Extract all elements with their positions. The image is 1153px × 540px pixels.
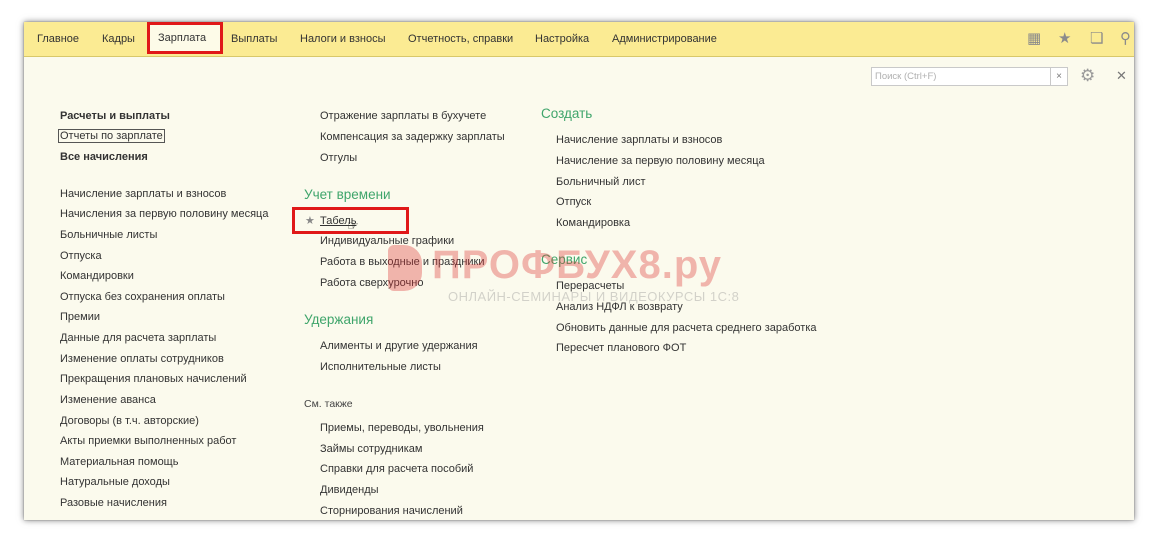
list-item[interactable]: Начисление за первую половину месяца <box>556 154 765 168</box>
list-item[interactable]: Исполнительные листы <box>320 360 441 374</box>
list-item[interactable]: Работа сверхурочно <box>320 276 423 290</box>
favorite-star-icon[interactable]: ★ <box>305 214 315 227</box>
list-item[interactable]: Договоры (в т.ч. авторские) <box>60 414 199 428</box>
list-item[interactable]: Командировка <box>556 216 630 230</box>
heading-uderzhaniya: Удержания <box>304 312 374 327</box>
list-item[interactable]: Командировки <box>60 269 134 283</box>
list-item[interactable]: Алименты и другие удержания <box>320 339 478 353</box>
list-item[interactable]: Анализ НДФЛ к возврату <box>556 300 683 314</box>
link-otchety-zarplata[interactable]: Отчеты по зарплате <box>58 129 165 143</box>
list-item[interactable]: Акты приемки выполненных работ <box>60 434 236 448</box>
list-item[interactable]: Материальная помощь <box>60 455 178 469</box>
list-item[interactable]: Дивиденды <box>320 483 379 497</box>
search-icon[interactable]: ⚲ <box>1120 31 1131 47</box>
tab-administrirovanie[interactable]: Администрирование <box>612 22 717 56</box>
heading-uchet-vremeni: Учет времени <box>304 187 391 202</box>
search-clear-button[interactable]: × <box>1050 67 1068 86</box>
list-item[interactable]: Начисления за первую половину месяца <box>60 207 268 221</box>
list-item[interactable]: Отгулы <box>320 151 357 165</box>
list-item[interactable]: Премии <box>60 310 100 324</box>
list-item[interactable]: Отпуска без сохранения оплаты <box>60 290 225 304</box>
close-icon[interactable]: ✕ <box>1116 68 1127 84</box>
list-item[interactable]: Начисление зарплаты и взносов <box>60 187 226 201</box>
list-item[interactable]: Сторнирования начислений <box>320 504 463 518</box>
link-raschety-vyplaty[interactable]: Расчеты и выплаты <box>60 109 170 123</box>
history-icon[interactable]: ❏ <box>1090 31 1103 47</box>
list-item[interactable]: Приемы, переводы, увольнения <box>320 421 484 435</box>
list-item[interactable]: Начисление зарплаты и взносов <box>556 133 722 147</box>
list-item[interactable]: Изменение оплаты сотрудников <box>60 352 224 366</box>
link-vse-nachisleniya[interactable]: Все начисления <box>60 150 148 164</box>
tab-kadry[interactable]: Кадры <box>102 22 135 56</box>
favorites-star-icon[interactable]: ★ <box>1058 31 1071 47</box>
list-item[interactable]: Изменение аванса <box>60 393 156 407</box>
tab-zarplata[interactable]: Зарплата <box>147 22 223 54</box>
heading-servis: Сервис <box>541 252 588 267</box>
list-item[interactable]: Данные для расчета зарплаты <box>60 331 216 345</box>
grid-menu-icon[interactable]: ▦ <box>1027 31 1041 47</box>
list-item[interactable]: Компенсация за задержку зарплаты <box>320 130 505 144</box>
list-item[interactable]: Натуральные доходы <box>60 475 170 489</box>
list-item[interactable]: Больничный лист <box>556 175 645 189</box>
list-item[interactable]: Перерасчеты <box>556 279 624 293</box>
list-item[interactable]: Разовые начисления <box>60 496 167 510</box>
list-item[interactable]: Займы сотрудникам <box>320 442 422 456</box>
link-otchety-zarplata-label: Отчеты по зарплате <box>58 129 165 143</box>
see-also-label: См. также <box>304 398 353 410</box>
list-item[interactable]: Прекращения плановых начислений <box>60 372 247 386</box>
list-item[interactable]: Работа в выходные и праздники <box>320 255 485 269</box>
tab-vyplaty[interactable]: Выплаты <box>231 22 277 56</box>
list-item[interactable]: Индивидуальные графики <box>320 234 454 248</box>
heading-sozdat: Создать <box>541 106 593 121</box>
list-item[interactable]: Пересчет планового ФОТ <box>556 341 686 355</box>
tab-otchetnost[interactable]: Отчетность, справки <box>408 22 513 56</box>
tab-nastroyka[interactable]: Настройка <box>535 22 589 56</box>
hand-cursor-icon: ☞ <box>347 218 359 233</box>
app-window: Главное Кадры Зарплата Выплаты Налоги и … <box>24 22 1134 520</box>
list-item[interactable]: Отражение зарплаты в бухучете <box>320 109 486 123</box>
gear-icon[interactable]: ⚙ <box>1080 66 1095 86</box>
section-menu-bar: Главное Кадры Зарплата Выплаты Налоги и … <box>24 22 1134 57</box>
search-input[interactable]: Поиск (Ctrl+F) <box>871 67 1067 86</box>
tab-nalogi[interactable]: Налоги и взносы <box>300 22 386 56</box>
list-item[interactable]: Отпуск <box>556 195 591 209</box>
list-item[interactable]: Отпуска <box>60 249 102 263</box>
list-item[interactable]: Обновить данные для расчета среднего зар… <box>556 321 817 335</box>
tab-glavnoe[interactable]: Главное <box>37 22 79 56</box>
list-item[interactable]: Справки для расчета пособий <box>320 462 473 476</box>
list-item[interactable]: Больничные листы <box>60 228 157 242</box>
